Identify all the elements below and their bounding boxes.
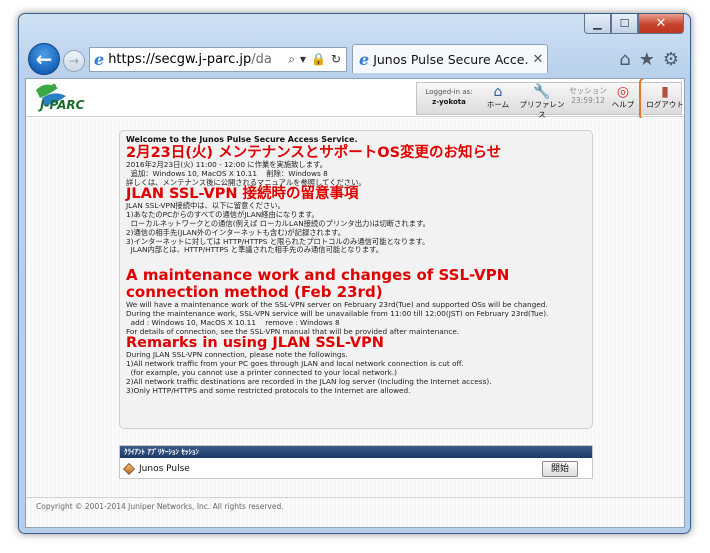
portal-home-icon: ⌂ [493, 84, 503, 100]
session-label: セッション [569, 86, 607, 95]
browser-right-icons: ⌂ ★ ⚙ [619, 49, 679, 70]
logout-highlight-frame [639, 79, 684, 121]
close-window-button[interactable]: ✕ [638, 14, 684, 34]
en-remarks-body: During JLAN SSL-VPN connection, please n… [126, 350, 492, 395]
tab-ie-icon: e [359, 49, 370, 69]
logo-text: J-PARC [40, 98, 85, 112]
preferences-label: プリファレンス [519, 100, 565, 119]
browser-window: ▁ ☐ ✕ ← → e https://secgw.j-parc.jp/da ⌕… [18, 13, 691, 534]
lock-icon[interactable]: 🔒 [311, 52, 326, 67]
forward-button[interactable]: → [63, 50, 85, 72]
logged-in-label: Logged-in as: [425, 88, 473, 96]
client-app-name: Junos Pulse [139, 463, 190, 474]
jp-maintenance-heading: 2月23日(火) メンテナンスとサポートOS変更のお知らせ [126, 145, 502, 161]
junos-pulse-icon [122, 462, 136, 475]
home-icon[interactable]: ⌂ [619, 49, 630, 70]
preferences-button[interactable]: 🔧 プリファレンス [516, 84, 568, 120]
back-button[interactable]: ← [28, 43, 60, 75]
logged-in-user: z-yokota [432, 98, 466, 106]
copyright-text: Copyright © 2001-2014 Juniper Networks, … [36, 502, 284, 511]
search-icon[interactable]: ⌕ [288, 52, 295, 67]
dropdown-icon[interactable]: ▾ [300, 52, 306, 67]
address-url[interactable]: https://secgw.j-parc.jp/da [108, 52, 283, 67]
jparc-logo: J-PARC [28, 80, 104, 116]
home-label: ホーム [486, 100, 510, 109]
client-app-row: Junos Pulse 開始 [120, 458, 592, 479]
tab-title: Junos Pulse Secure Acce... [373, 51, 529, 67]
refresh-icon[interactable]: ↻ [331, 52, 341, 67]
jp-maintenance-body: 2016年2月23日(火) 11:00 - 12:00 に作業を実施致します。 … [126, 160, 366, 187]
help-button[interactable]: ◎ ヘルプ [608, 84, 638, 110]
wrench-icon: 🔧 [533, 84, 551, 100]
minimize-button[interactable]: ▁ [584, 14, 611, 34]
session-time: 23:59:12 [571, 96, 605, 105]
navigation-bar: ← → e https://secgw.j-parc.jp/da ⌕ ▾ 🔒 ↻… [26, 41, 683, 77]
maximize-button[interactable]: ☐ [611, 14, 638, 34]
help-lifebuoy-icon: ◎ [616, 84, 630, 100]
footer-divider [26, 497, 684, 498]
portal-header: J-PARC Logged-in as: z-yokota ⌂ ホーム 🔧 プリ… [26, 79, 684, 121]
logged-in-info: Logged-in as: z-yokota [418, 87, 480, 107]
welcome-text: Welcome to the Junos Pulse Secure Access… [126, 135, 358, 144]
favorites-star-icon[interactable]: ★ [639, 49, 655, 70]
start-button[interactable]: 開始 [542, 460, 578, 477]
address-tools: ⌕ ▾ 🔒 ↻ [283, 52, 346, 67]
en-maintenance-body: We will have a maintenance work of the S… [126, 300, 549, 336]
home-button[interactable]: ⌂ ホーム [480, 84, 516, 110]
session-info: セッション 23:59:12 [569, 86, 607, 106]
window-controls: ▁ ☐ ✕ [584, 14, 684, 34]
settings-gear-icon[interactable]: ⚙ [663, 49, 679, 70]
browser-tab[interactable]: e Junos Pulse Secure Acce... ✕ [352, 44, 548, 73]
address-bar[interactable]: e https://secgw.j-parc.jp/da ⌕ ▾ 🔒 ↻ [89, 47, 347, 72]
en-remarks-heading: Remarks in using JLAN SSL-VPN [126, 335, 384, 352]
jp-remarks-body: JLAN SSL-VPN接続中は、以下に留意ください。 1)あなたのPCからのす… [126, 201, 430, 255]
client-panel-title: ｸﾗｲｱﾝﾄ ｱﾌﾟﾘｹｰｼｮﾝ ｾｯｼｮﾝ [120, 446, 592, 458]
ie-page-icon: e [94, 50, 105, 69]
client-application-sessions: ｸﾗｲｱﾝﾄ ｱﾌﾟﾘｹｰｼｮﾝ ｾｯｼｮﾝ Junos Pulse 開始 [119, 445, 593, 479]
page-viewport: J-PARC Logged-in as: z-yokota ⌂ ホーム 🔧 プリ… [25, 78, 685, 528]
jp-remarks-heading: JLAN SSL-VPN 接続時の留意事項 [126, 186, 359, 203]
tab-close-icon[interactable]: ✕ [529, 52, 547, 67]
notice-panel: Welcome to the Junos Pulse Secure Access… [119, 130, 593, 429]
en-maintenance-heading: A maintenance work and changes of SSL-VP… [126, 266, 510, 302]
help-label: ヘルプ [611, 100, 635, 109]
